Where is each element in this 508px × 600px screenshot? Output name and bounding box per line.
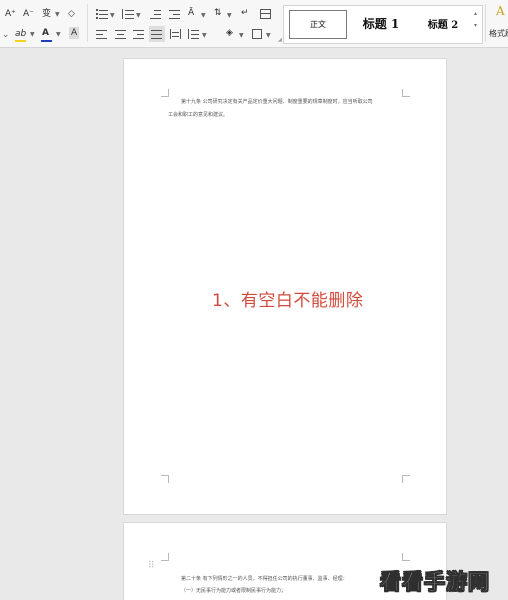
bullet-list-button[interactable] [96, 9, 108, 19]
text-direction-button[interactable]: Ā [188, 7, 194, 19]
paragraph-launcher-icon[interactable]: ◢ [278, 37, 282, 43]
ribbon-separator-2 [485, 4, 486, 42]
justify-button[interactable] [149, 26, 165, 42]
sort-button[interactable]: ⇅ [214, 7, 222, 19]
overlay-caption: 1、有空白不能删除 [212, 291, 364, 311]
shrink-font-button[interactable]: A⁻ [23, 8, 34, 20]
text-direction-dropdown-icon[interactable]: ▼ [201, 12, 206, 19]
highlight-dropdown-icon[interactable]: ▼ [30, 31, 35, 38]
borders-button[interactable] [252, 29, 262, 39]
distributed-align-button[interactable] [170, 29, 181, 39]
format-painter-label[interactable]: 格式刷 [489, 28, 508, 39]
styles-scroll-down-icon[interactable]: ▾ [474, 22, 477, 29]
numbered-dropdown-icon[interactable]: ▼ [136, 12, 141, 19]
line-spacing-dropdown-icon[interactable]: ▼ [202, 32, 207, 39]
margin-corner-top-right [402, 553, 410, 561]
numbered-list-button[interactable] [122, 9, 134, 19]
style-normal[interactable]: 正文 [289, 10, 347, 39]
site-watermark: 看看手游网 [380, 570, 490, 595]
table-grid-button[interactable] [260, 9, 271, 19]
margin-corner-bottom-right [402, 475, 410, 483]
char-shading-button[interactable]: A [69, 27, 80, 39]
ribbon-separator [87, 4, 88, 42]
phonetic-guide-button[interactable]: 变 [42, 8, 51, 20]
line-spacing-button[interactable] [188, 29, 199, 39]
margin-corner-top-left [161, 553, 169, 561]
phonetic-dropdown-icon[interactable]: ▼ [55, 11, 60, 18]
font-color-bar [41, 40, 52, 42]
clear-format-button[interactable]: ◇ [68, 8, 75, 20]
borders-dropdown-icon[interactable]: ▼ [266, 32, 271, 39]
format-painter-icon[interactable]: A [496, 4, 505, 18]
styles-gallery: 正文 标题 1 标题 2 [283, 5, 483, 44]
align-left-button[interactable] [96, 29, 107, 39]
paragraph-line-2[interactable]: 工会和职工的意见和建议。 [168, 110, 228, 121]
styles-scroll-up-icon[interactable]: ▴ [474, 10, 477, 17]
grow-font-button[interactable]: A⁺ [5, 8, 16, 20]
align-right-button[interactable] [133, 29, 144, 39]
font-color-dropdown-icon[interactable]: ▼ [56, 31, 61, 38]
highlight-color-bar [15, 40, 26, 42]
paragraph-line-1[interactable]: 第二十条 有下列情形之一的人员，不得担任公司的执行董事、监事、经理： [181, 574, 348, 585]
font-dropdown-tail-icon[interactable]: ⌄ [2, 29, 10, 41]
increase-indent-button[interactable] [169, 9, 180, 19]
margin-corner-top-right [402, 89, 410, 97]
margin-corner-bottom-left [161, 475, 169, 483]
paragraph-line-1[interactable]: 第十九条 公司研究决定有关产品定价重大问题、制度重要的规章制度时，应当听取公司 [181, 97, 373, 108]
style-heading2[interactable]: 标题 2 [414, 10, 472, 37]
decrease-indent-button[interactable] [150, 9, 161, 19]
sort-dropdown-icon[interactable]: ▼ [227, 12, 232, 19]
highlight-button[interactable]: ab [15, 28, 26, 40]
paragraph-line-2[interactable]: （一）无民事行为能力或者限制民事行为能力； [181, 586, 286, 597]
shading-dropdown-icon[interactable]: ▼ [239, 32, 244, 39]
font-color-button[interactable]: A [42, 27, 49, 39]
ribbon-toolbar: A⁺ A⁻ 变 ▼ ◇ ⌄ ab ▼ A ▼ A ▼ ▼ Ā ▼ ⇅ ▼ ↵ ▼… [0, 0, 508, 48]
show-marks-button[interactable]: ↵ [241, 7, 249, 19]
shading-button[interactable]: ◈ [226, 27, 233, 39]
style-heading1[interactable]: 标题 1 [352, 10, 410, 37]
align-center-button[interactable] [115, 29, 126, 39]
drag-handle-icon[interactable]: ⠿ [148, 561, 155, 571]
margin-corner-top-left [161, 89, 169, 97]
bullet-dropdown-icon[interactable]: ▼ [110, 12, 115, 19]
